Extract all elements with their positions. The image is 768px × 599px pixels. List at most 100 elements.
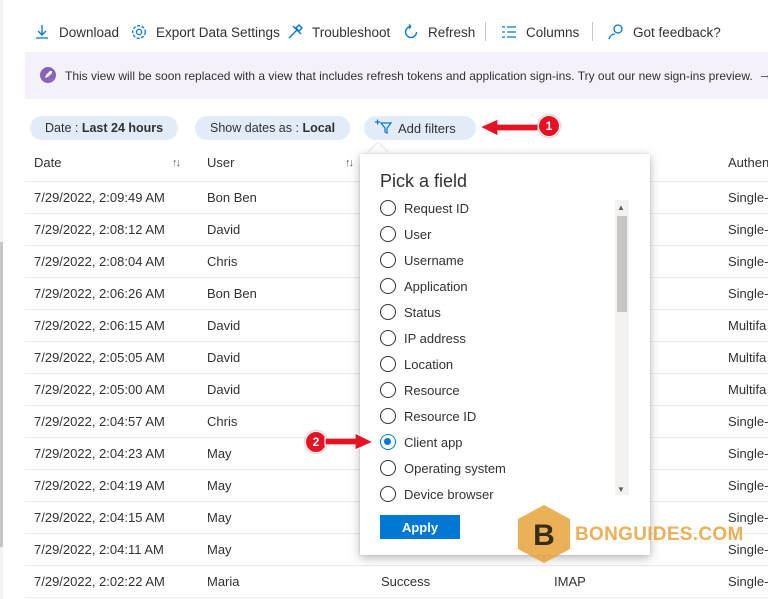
export-settings-button[interactable]: Export Data Settings	[130, 21, 280, 43]
troubleshoot-label: Troubleshoot	[312, 24, 391, 40]
option-label: Status	[404, 304, 441, 320]
row-divider	[25, 597, 768, 598]
column-header-user[interactable]: User	[207, 155, 234, 170]
option-operating-system[interactable]: Operating system	[380, 458, 506, 478]
option-label: Resource ID	[404, 408, 477, 424]
column-header-authentication[interactable]: Authen	[728, 155, 768, 170]
cell-date: 7/29/2022, 2:04:23 AM	[34, 446, 165, 461]
date-filter-pill[interactable]: Date : Last 24 hours	[30, 116, 179, 140]
export-settings-label: Export Data Settings	[156, 24, 280, 40]
cell-authentication: Single-	[728, 222, 768, 237]
sort-icon[interactable]: ↑↓	[345, 157, 354, 169]
option-location[interactable]: Location	[380, 354, 453, 374]
cell-user: David	[207, 382, 241, 397]
columns-button[interactable]: Columns	[500, 21, 579, 43]
option-label: Location	[404, 356, 454, 372]
cell-authentication: Single-	[728, 478, 768, 493]
cell-date: 7/29/2022, 2:04:11 AM	[34, 542, 164, 557]
date-filter-label: Date :	[45, 121, 79, 135]
radio-button[interactable]	[380, 382, 396, 398]
panel-title: Pick a field	[380, 171, 468, 191]
cell-date: 7/29/2022, 2:04:57 AM	[34, 414, 165, 429]
radio-button[interactable]	[380, 330, 396, 346]
option-ip-address[interactable]: IP address	[380, 328, 466, 348]
cell-date: 7/29/2022, 2:06:26 AM	[34, 286, 165, 301]
option-label: Device browser	[404, 486, 494, 502]
cell-user: Maria	[207, 574, 240, 589]
option-application[interactable]: Application	[380, 276, 468, 296]
radio-button[interactable]	[380, 200, 396, 216]
column-header-date[interactable]: Date	[34, 155, 61, 170]
cell-user: Chris	[207, 414, 238, 429]
download-label: Download	[59, 24, 120, 40]
option-status[interactable]: Status	[380, 302, 441, 322]
radio-button[interactable]	[380, 278, 396, 294]
option-label: Client app	[404, 434, 463, 450]
radio-button[interactable]	[380, 486, 396, 502]
arrow-right-icon[interactable]: →	[758, 66, 768, 83]
refresh-button[interactable]: Refresh	[402, 21, 475, 43]
radio-button[interactable]	[380, 460, 396, 476]
scroll-down-icon[interactable]: ▼	[617, 485, 625, 494]
radio-button[interactable]	[380, 252, 396, 268]
cell-authentication: Multifa	[728, 382, 767, 397]
option-device-browser[interactable]: Device browser	[380, 484, 494, 504]
download-button[interactable]: Download	[33, 21, 119, 43]
scrollbar-thumb[interactable]	[617, 216, 627, 312]
cell-authentication: Single-	[728, 574, 768, 589]
svg-text:B: B	[533, 519, 555, 552]
option-label: Operating system	[404, 460, 506, 476]
cell-user: May	[207, 446, 232, 461]
option-label: Username	[404, 252, 464, 268]
download-icon	[33, 23, 51, 41]
cell-user: Chris	[207, 254, 238, 269]
option-request-id[interactable]: Request ID	[380, 198, 469, 218]
show-dates-value: Local	[302, 121, 336, 135]
cell-user: David	[207, 222, 241, 237]
radio-button[interactable]	[380, 408, 396, 424]
toolbar-divider	[485, 22, 486, 41]
watermark-text: BONGUIDES.COM	[575, 524, 744, 545]
option-username[interactable]: Username	[380, 250, 464, 270]
option-label: Application	[404, 278, 468, 294]
gear-icon	[130, 23, 148, 41]
refresh-icon	[402, 23, 420, 41]
sort-icon[interactable]: ↑↓	[172, 157, 181, 169]
cell-user: May	[207, 542, 232, 557]
cell-user: David	[207, 350, 241, 365]
option-label: Request ID	[404, 200, 470, 216]
cell-status: Success	[381, 574, 431, 589]
cell-authentication: Single-	[728, 286, 768, 301]
cell-date: 7/29/2022, 2:06:15 AM	[34, 318, 165, 333]
columns-icon	[500, 23, 518, 41]
option-label: User	[404, 226, 432, 242]
cell-user: David	[207, 318, 241, 333]
cell-authentication: Single-	[728, 190, 768, 205]
date-filter-value: Last 24 hours	[81, 121, 164, 135]
radio-button[interactable]	[380, 304, 396, 320]
cell-user: May	[207, 478, 232, 493]
cell-date: 7/29/2022, 2:04:19 AM	[34, 478, 165, 493]
option-client-app[interactable]: Client app	[380, 432, 463, 452]
scroll-up-icon[interactable]: ▲	[617, 203, 625, 212]
radio-button[interactable]	[380, 434, 396, 450]
row-divider	[25, 565, 768, 566]
radio-button[interactable]	[380, 226, 396, 242]
show-dates-label: Show dates as :	[210, 121, 299, 135]
option-resource-id[interactable]: Resource ID	[380, 406, 476, 426]
option-resource[interactable]: Resource	[380, 380, 460, 400]
filter-add-icon	[374, 118, 393, 139]
add-filters-label: Add filters	[398, 120, 456, 136]
feedback-button[interactable]: Got feedback?	[607, 21, 721, 43]
add-filters-button[interactable]: Add filters	[364, 116, 476, 140]
left-scrollbar[interactable]	[0, 242, 3, 547]
cell-user: May	[207, 510, 232, 525]
cell-authentication: Multifa	[728, 350, 767, 365]
apply-button[interactable]: Apply	[380, 515, 460, 539]
cell-date: 7/29/2022, 2:05:05 AM	[34, 350, 165, 365]
show-dates-pill[interactable]: Show dates as : Local	[195, 116, 351, 140]
troubleshoot-button[interactable]: Troubleshoot	[286, 21, 390, 43]
radio-button[interactable]	[380, 356, 396, 372]
cell-authentication: Single-	[728, 414, 768, 429]
option-user[interactable]: User	[380, 224, 431, 244]
